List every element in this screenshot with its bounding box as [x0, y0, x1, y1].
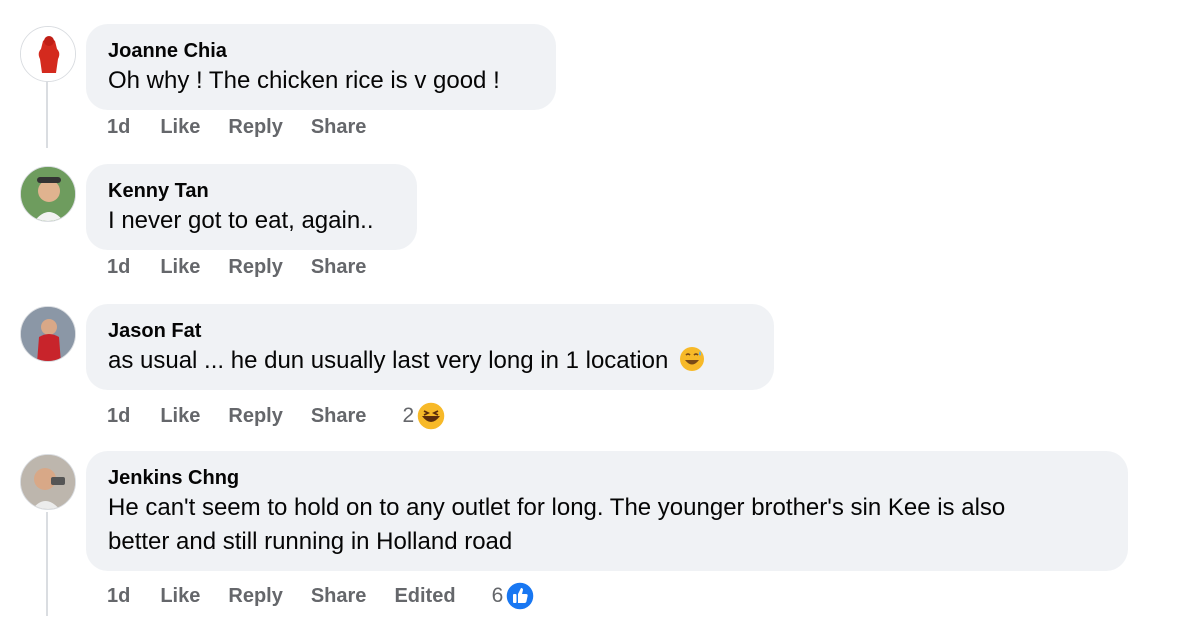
comment-author[interactable]: Kenny Tan	[108, 178, 395, 204]
comment-bubble: Joanne Chia Oh why ! The chicken rice is…	[86, 24, 556, 110]
comment-author[interactable]: Joanne Chia	[108, 38, 534, 64]
like-button[interactable]: Like	[160, 256, 200, 279]
avatar[interactable]	[20, 306, 76, 362]
avatar-person-icon	[21, 307, 75, 361]
share-button[interactable]: Share	[311, 116, 367, 139]
comment-actions: 1d Like Reply Share Edited 6	[107, 581, 535, 611]
comment-timestamp[interactable]: 1d	[107, 116, 130, 139]
comment-text: Oh why ! The chicken rice is v good !	[108, 67, 500, 94]
comment-text-content: as usual ... he dun usually last very lo…	[108, 347, 669, 374]
avatar[interactable]	[20, 166, 76, 222]
reaction-summary[interactable]: 6	[492, 581, 536, 611]
avatar-figure-icon	[21, 27, 75, 81]
comment-actions: 1d Like Reply Share 2	[107, 401, 446, 431]
comment-actions: 1d Like Reply Share	[107, 256, 394, 279]
grinning-sweat-emoji-icon	[680, 347, 705, 371]
like-button[interactable]: Like	[160, 585, 200, 608]
comment-bubble: Jenkins Chng He can't seem to hold on to…	[86, 451, 1128, 571]
thread-line	[46, 512, 48, 616]
like-button[interactable]: Like	[160, 116, 200, 139]
share-button[interactable]: Share	[311, 256, 367, 279]
comment-author[interactable]: Jason Fat	[108, 318, 752, 344]
like-thumb-icon	[505, 581, 535, 611]
haha-emoji-icon	[416, 401, 446, 431]
reaction-summary[interactable]: 2	[402, 401, 446, 431]
reply-button[interactable]: Reply	[228, 256, 282, 279]
comment-timestamp[interactable]: 1d	[107, 585, 130, 608]
comment-bubble: Jason Fat as usual ... he dun usually la…	[86, 304, 774, 390]
comment-bubble: Kenny Tan I never got to eat, again..	[86, 164, 417, 250]
edited-label[interactable]: Edited	[394, 585, 455, 608]
reaction-count: 2	[402, 404, 415, 427]
comment-actions: 1d Like Reply Share	[107, 116, 394, 139]
comment-text-line-1: He can't seem to hold on to any outlet f…	[108, 494, 1006, 521]
share-button[interactable]: Share	[311, 405, 367, 428]
comment-text: as usual ... he dun usually last very lo…	[108, 344, 752, 378]
comment-timestamp[interactable]: 1d	[107, 256, 130, 279]
like-button[interactable]: Like	[160, 405, 200, 428]
thread-line	[46, 80, 48, 148]
avatar-person-icon	[21, 455, 75, 509]
avatar-person-icon	[21, 167, 75, 221]
avatar[interactable]	[20, 454, 76, 510]
comment-timestamp[interactable]: 1d	[107, 405, 130, 428]
reply-button[interactable]: Reply	[228, 405, 282, 428]
comment-author[interactable]: Jenkins Chng	[108, 465, 1106, 491]
reply-button[interactable]: Reply	[228, 116, 282, 139]
comment-text: I never got to eat, again..	[108, 207, 374, 234]
reply-button[interactable]: Reply	[228, 585, 282, 608]
comment-text-line-2: better and still running in Holland road	[108, 528, 513, 555]
share-button[interactable]: Share	[311, 585, 367, 608]
avatar[interactable]	[20, 26, 76, 82]
reaction-count: 6	[491, 584, 504, 607]
